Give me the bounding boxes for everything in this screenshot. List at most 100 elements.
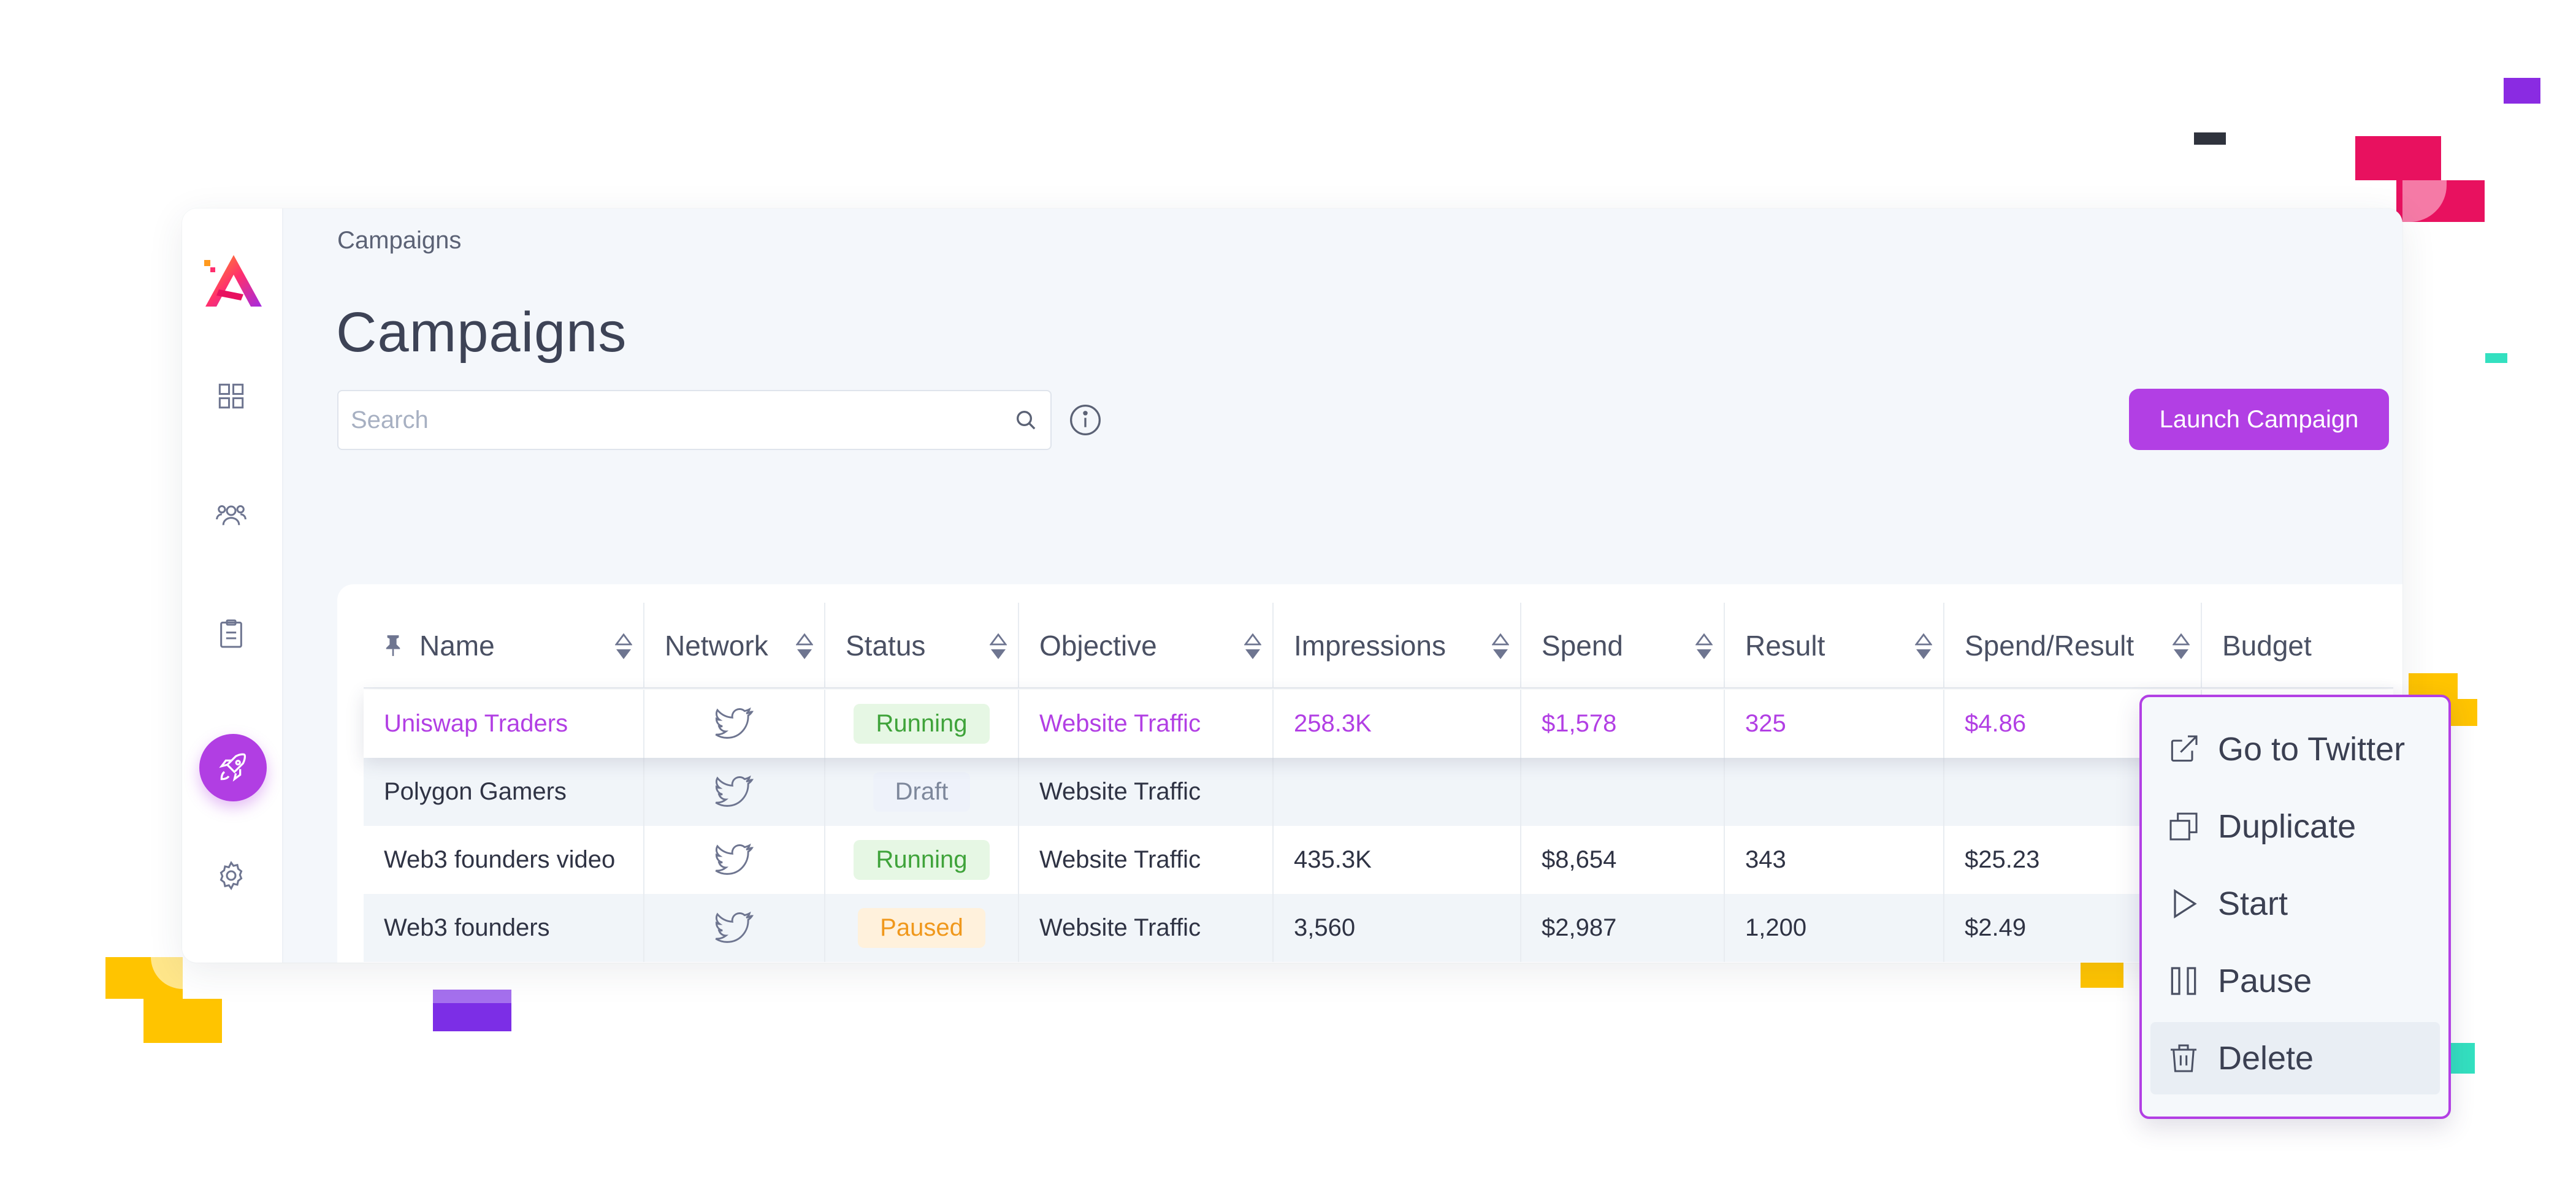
- sidebar-item-campaigns[interactable]: [199, 734, 267, 801]
- users-icon: [216, 505, 247, 525]
- search-input[interactable]: [351, 406, 1014, 434]
- cell-result: 343: [1725, 826, 1944, 894]
- twitter-icon: [715, 843, 754, 875]
- column-label: Spend: [1542, 630, 1624, 662]
- search-box[interactable]: [337, 390, 1052, 450]
- table-row[interactable]: Uniswap Traders Running Website Traffic …: [364, 690, 2393, 758]
- column-header-result[interactable]: Result: [1725, 603, 1944, 689]
- menu-item-start[interactable]: Start: [2150, 868, 2440, 940]
- sort-icon[interactable]: [796, 633, 813, 660]
- cell-impressions: [1274, 758, 1521, 826]
- status-badge: Draft: [873, 772, 971, 812]
- external-link-icon: [2171, 735, 2198, 762]
- info-icon[interactable]: [1068, 403, 1103, 437]
- twitter-icon: [715, 775, 754, 807]
- cell-status: Draft: [825, 758, 1019, 826]
- table-body: Uniswap Traders Running Website Traffic …: [364, 690, 2393, 962]
- pause-icon: [2171, 967, 2196, 995]
- column-header-impressions[interactable]: Impressions: [1274, 603, 1521, 689]
- column-header-objective[interactable]: Objective: [1019, 603, 1274, 689]
- cell-result: 1,200: [1725, 894, 1944, 962]
- status-badge: Running: [854, 704, 990, 744]
- menu-item-label: Go to Twitter: [2218, 731, 2406, 768]
- menu-item-label: Duplicate: [2218, 808, 2356, 845]
- column-label: Budget: [2222, 630, 2312, 662]
- cell-network: [644, 690, 825, 758]
- column-header-spend[interactable]: Spend: [1521, 603, 1725, 689]
- column-label: Status: [846, 630, 926, 662]
- table-row[interactable]: Web3 founders video Running Website Traf…: [364, 826, 2393, 894]
- clipboard-icon: [220, 619, 242, 648]
- page-title: Campaigns: [336, 301, 627, 364]
- menu-item-go-to-twitter[interactable]: Go to Twitter: [2150, 713, 2440, 785]
- cell-status: Running: [825, 690, 1019, 758]
- cell-spend: [1521, 758, 1725, 826]
- sort-icon[interactable]: [615, 633, 632, 660]
- cell-name[interactable]: Web3 founders: [364, 894, 644, 962]
- cell-objective: Website Traffic: [1019, 894, 1274, 962]
- sidebar-item-settings[interactable]: [213, 857, 250, 894]
- menu-item-pause[interactable]: Pause: [2150, 945, 2440, 1017]
- column-header-spend-result[interactable]: Spend/Result: [1944, 603, 2202, 689]
- deco-block: [143, 999, 222, 1043]
- sort-icon[interactable]: [1492, 633, 1509, 660]
- sort-icon[interactable]: [1915, 633, 1932, 660]
- column-label: Spend/Result: [1965, 630, 2135, 662]
- cell-name[interactable]: Polygon Gamers: [364, 758, 644, 826]
- cell-impressions: 435.3K: [1274, 826, 1521, 894]
- cell-spend: $8,654: [1521, 826, 1725, 894]
- column-label: Objective: [1039, 630, 1157, 662]
- sort-icon[interactable]: [1244, 633, 1261, 660]
- grid-icon: [218, 383, 244, 409]
- table-header: Name Network Status Objective Impression…: [364, 603, 2393, 689]
- search-icon[interactable]: [1014, 408, 1038, 432]
- twitter-icon: [715, 911, 754, 943]
- launch-campaign-button[interactable]: Launch Campaign: [2129, 389, 2389, 450]
- menu-item-label: Pause: [2218, 963, 2312, 999]
- copy-icon: [2169, 812, 2198, 841]
- column-label: Name: [419, 630, 495, 662]
- sort-icon[interactable]: [2173, 633, 2190, 660]
- cell-impressions: 3,560: [1274, 894, 1521, 962]
- column-header-name[interactable]: Name: [364, 603, 644, 689]
- cell-network: [644, 826, 825, 894]
- sidebar-item-reports[interactable]: [213, 616, 250, 652]
- menu-item-label: Start: [2218, 885, 2288, 922]
- column-header-budget[interactable]: Budget: [2202, 603, 2393, 689]
- table-row[interactable]: Polygon Gamers Draft Website Traffic: [364, 758, 2393, 826]
- column-header-network[interactable]: Network: [644, 603, 825, 689]
- sort-icon[interactable]: [1695, 633, 1713, 660]
- cell-network: [644, 758, 825, 826]
- app-window: Campaigns Campaigns Launch Campaign Name: [182, 208, 2402, 963]
- column-label: Result: [1745, 630, 1825, 662]
- menu-item-duplicate[interactable]: Duplicate: [2150, 790, 2440, 863]
- sidebar: [182, 208, 283, 963]
- deco-block: [433, 1003, 511, 1031]
- deco-block: [2194, 132, 2226, 145]
- twitter-icon: [715, 707, 754, 739]
- cell-objective: Website Traffic: [1019, 758, 1274, 826]
- cell-name[interactable]: Uniswap Traders: [364, 690, 644, 758]
- sidebar-item-dashboard[interactable]: [213, 378, 250, 414]
- rocket-icon: [219, 753, 246, 782]
- menu-item-delete[interactable]: Delete: [2150, 1022, 2440, 1094]
- column-label: Network: [665, 630, 768, 662]
- cell-objective: Website Traffic: [1019, 826, 1274, 894]
- table-row[interactable]: Web3 founders Paused Website Traffic 3,5…: [364, 894, 2393, 962]
- breadcrumb[interactable]: Campaigns: [337, 227, 461, 254]
- row-actions-menu: Go to Twitter Duplicate Start Pause Dele…: [2139, 695, 2451, 1119]
- column-header-status[interactable]: Status: [825, 603, 1019, 689]
- cell-name[interactable]: Web3 founders video: [364, 826, 644, 894]
- play-icon: [2174, 889, 2197, 918]
- main-content: Campaigns Campaigns Launch Campaign Name: [283, 208, 2402, 963]
- cell-result: 325: [1725, 690, 1944, 758]
- deco-block: [433, 990, 511, 1003]
- sort-icon[interactable]: [990, 633, 1007, 660]
- status-badge: Paused: [858, 908, 985, 948]
- cell-impressions: 258.3K: [1274, 690, 1521, 758]
- cell-status: Running: [825, 826, 1019, 894]
- sidebar-item-audiences[interactable]: [213, 497, 250, 533]
- cell-result: [1725, 758, 1944, 826]
- pin-icon[interactable]: [384, 634, 402, 657]
- cell-status: Paused: [825, 894, 1019, 962]
